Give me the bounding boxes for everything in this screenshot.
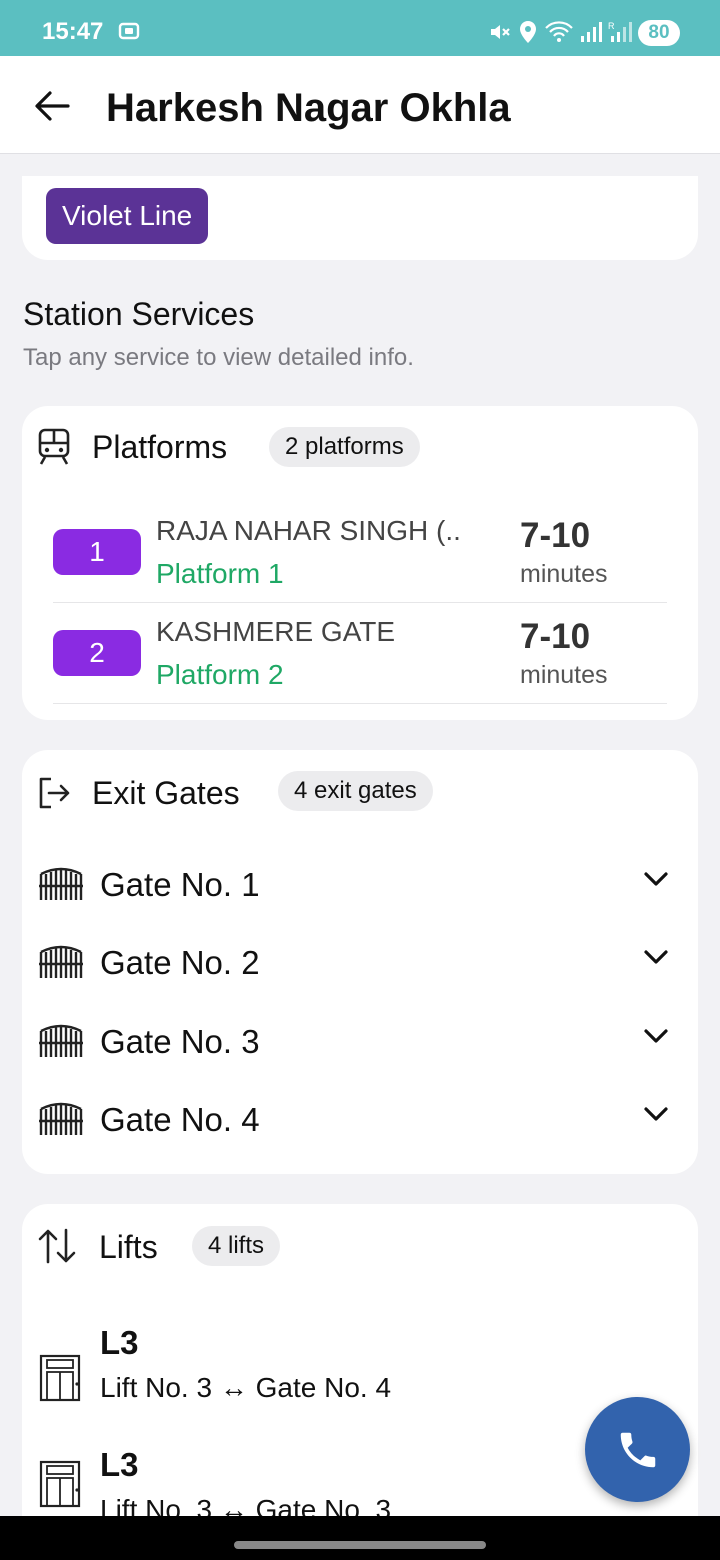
page-title: Harkesh Nagar Okhla <box>106 86 511 130</box>
gate-label: Gate No. 2 <box>100 944 260 981</box>
platform-name: Platform 1 <box>156 558 284 589</box>
gate-row[interactable]: Gate No. 3 <box>39 1013 679 1073</box>
lifts-title: Lifts <box>99 1229 158 1265</box>
platforms-count-badge: 2 platforms <box>269 427 420 467</box>
gate-row[interactable]: Gate No. 1 <box>39 856 679 916</box>
line-card: Violet Line <box>22 176 698 260</box>
phone-icon <box>620 1432 656 1468</box>
location-icon <box>520 21 536 43</box>
section-title: Station Services <box>23 296 255 332</box>
lift-code: L3 <box>100 1446 139 1483</box>
chevron-down-icon[interactable] <box>643 870 669 888</box>
lift-code: L3 <box>100 1324 139 1361</box>
mute-icon <box>491 25 510 39</box>
elevator-icon <box>39 1460 81 1508</box>
gate-row[interactable]: Gate No. 2 <box>39 934 679 994</box>
lifts-count-badge: 4 lifts <box>192 1226 281 1266</box>
platform-destination: KASHMERE GATE <box>156 616 396 647</box>
platform-destination: RAJA NAHAR SINGH (.. <box>156 515 461 546</box>
lift-row[interactable]: L3 Lift No. 3 ↔ Gate No. 3 <box>39 1444 679 1516</box>
signal-roaming-icon: R <box>608 21 632 42</box>
platform-number-badge: 1 <box>53 529 141 575</box>
svg-text:R: R <box>608 21 615 31</box>
exit-gates-count-badge: 4 exit gates <box>278 771 433 811</box>
platform-name: Platform 2 <box>156 659 284 690</box>
gate-label: Gate No. 3 <box>100 1023 260 1060</box>
wifi-icon <box>545 21 573 42</box>
gate-icon <box>39 1024 83 1057</box>
chevron-down-icon[interactable] <box>643 1105 669 1123</box>
gate-icon <box>39 867 83 900</box>
status-time: 15:47 <box>42 18 104 45</box>
platform-frequency: 7-10 <box>520 617 591 656</box>
platform-row[interactable]: 1 RAJA NAHAR SINGH (.. Platform 1 7-10 m… <box>53 502 667 603</box>
chevron-down-icon[interactable] <box>643 948 669 966</box>
battery-indicator: 80 <box>638 20 680 46</box>
exit-icon <box>39 777 70 809</box>
platforms-title: Platforms <box>92 429 228 465</box>
train-icon <box>38 428 70 465</box>
screen-record-icon <box>118 22 140 40</box>
exit-gates-title: Exit Gates <box>92 775 240 811</box>
chevron-down-icon[interactable] <box>643 1027 669 1045</box>
platform-frequency: 7-10 <box>520 516 591 555</box>
arrow-left-icon[interactable] <box>34 90 70 122</box>
gate-row[interactable]: Gate No. 4 <box>39 1091 679 1151</box>
platforms-card[interactable]: Platforms 2 platforms 1 RAJA NAHAR SINGH… <box>22 406 698 720</box>
section-subtitle: Tap any service to view detailed info. <box>23 344 414 371</box>
elevator-icon <box>39 1354 81 1402</box>
lift-description: Lift No. 3 ↔ Gate No. 4 <box>100 1372 392 1403</box>
gate-icon <box>39 945 83 978</box>
exit-gates-card[interactable]: Exit Gates 4 exit gates Gate No. 1 Gate … <box>22 750 698 1174</box>
home-handle[interactable] <box>234 1541 486 1549</box>
gate-icon <box>39 1102 83 1135</box>
platform-row[interactable]: 2 KASHMERE GATE Platform 2 7-10 minutes <box>53 603 667 704</box>
platform-number-badge: 2 <box>53 630 141 676</box>
status-bar: 15:47 R 80 <box>0 0 720 56</box>
line-chip[interactable]: Violet Line <box>46 188 209 244</box>
up-down-arrows-icon <box>38 1228 76 1264</box>
app-bar: Harkesh Nagar Okhla <box>0 56 720 154</box>
platform-frequency-unit: minutes <box>520 661 608 689</box>
gate-label: Gate No. 1 <box>100 866 260 903</box>
lift-description: Lift No. 3 ↔ Gate No. 3 <box>100 1494 392 1516</box>
lift-row[interactable]: L3 Lift No. 3 ↔ Gate No. 4 <box>39 1322 679 1432</box>
system-icons: R <box>488 20 632 44</box>
navigation-bar <box>0 1516 720 1560</box>
call-button[interactable] <box>585 1397 690 1502</box>
signal-icon <box>581 22 602 42</box>
platform-frequency-unit: minutes <box>520 560 608 588</box>
gate-label: Gate No. 4 <box>100 1101 260 1138</box>
